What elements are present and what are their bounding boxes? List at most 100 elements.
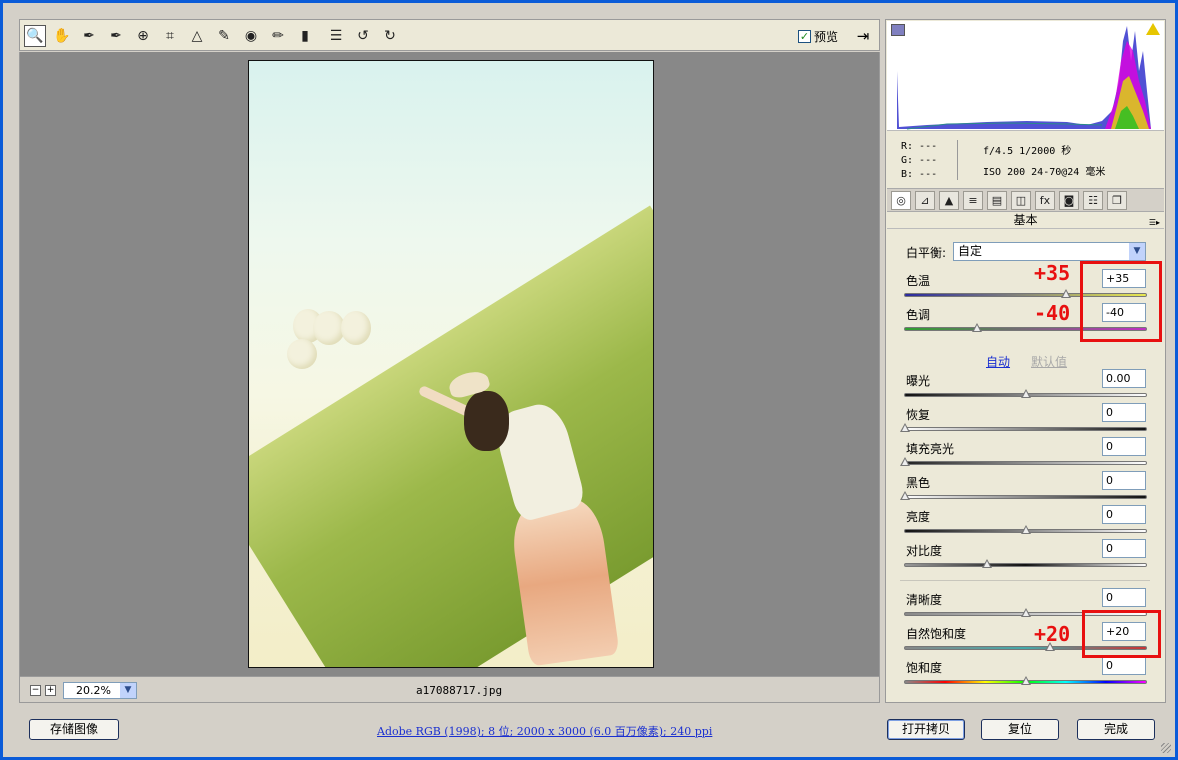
clarity-slider-thumb[interactable]: [1020, 608, 1031, 617]
pixel-readout: R: --- G: --- B: --- f/4.5 1/2000 秒 ISO …: [887, 134, 1164, 186]
crop-icon[interactable]: ⌗: [159, 25, 181, 47]
tint-slider-thumb[interactable]: [972, 323, 983, 332]
contrast-label: 对比度: [906, 544, 943, 558]
preview-checkbox[interactable]: ✓ 预览: [798, 28, 838, 45]
annotation-box: [1082, 610, 1161, 658]
panel-tab-1[interactable]: ◎: [891, 191, 911, 210]
tint-label: 色调: [906, 308, 931, 322]
recovery-value-input[interactable]: 0: [1102, 403, 1146, 422]
clarity-value-input[interactable]: 0: [1102, 588, 1146, 607]
brightness-label: 亮度: [906, 510, 931, 524]
zoom-icon[interactable]: 🔍: [24, 25, 46, 47]
blacks-value-input[interactable]: 0: [1102, 471, 1146, 490]
iso-lens-info: ISO 200 24-70@24 毫米: [983, 167, 1106, 178]
brightness-slider[interactable]: [904, 525, 1147, 534]
save-image-button[interactable]: 存储图像: [29, 719, 119, 740]
camera-raw-window: ✓ 预览 ⇥ 🔍 ✋ ✒ ✒ ⊕ ⌗ △ ✎ ◉ ✏ ▮ ☰ ↺ ↻ − + 20.2% ▼ a17088…: [0, 0, 1178, 760]
brightness-value-input[interactable]: 0: [1102, 505, 1146, 524]
straighten-icon[interactable]: △: [186, 25, 208, 47]
saturation-slider[interactable]: [904, 676, 1147, 685]
file-name: a17088717.jpg: [416, 684, 503, 697]
blue-readout: B: ---: [901, 169, 938, 180]
adjustment-panel: R: --- G: --- B: --- f/4.5 1/2000 秒 ISO …: [885, 19, 1166, 703]
adjustment-brush-icon[interactable]: ✏: [267, 25, 289, 47]
panel-tab-3[interactable]: ▲: [939, 191, 959, 210]
graduated-filter-icon[interactable]: ▮: [294, 25, 316, 47]
recovery-slider-thumb[interactable]: [900, 423, 910, 432]
resize-grip[interactable]: [1161, 743, 1171, 753]
saturation-slider-thumb[interactable]: [1020, 676, 1031, 685]
chevron-down-icon[interactable]: ▼: [120, 683, 136, 698]
exposure-label: 曝光: [906, 374, 931, 388]
histogram-graph: [897, 26, 1151, 130]
preferences-icon[interactable]: ☰: [325, 25, 347, 47]
vibrance-label: 自然饱和度: [906, 627, 967, 641]
red-eye-icon[interactable]: ◉: [240, 25, 262, 47]
chevron-down-icon[interactable]: ▼: [1129, 243, 1145, 260]
contrast-slider[interactable]: [904, 559, 1147, 568]
white-balance-icon[interactable]: ✒: [78, 25, 100, 47]
annotation-vibrance: +20: [1034, 622, 1071, 646]
panel-tab-2[interactable]: ⊿: [915, 191, 935, 210]
zoom-out-button[interactable]: −: [30, 685, 41, 696]
zoom-in-button[interactable]: +: [45, 685, 56, 696]
recovery-slider[interactable]: [900, 423, 1147, 432]
preview-label: 预览: [814, 30, 839, 44]
fill-light-slider-thumb[interactable]: [900, 457, 910, 466]
contrast-value-input[interactable]: 0: [1102, 539, 1146, 558]
blacks-slider-thumb[interactable]: [900, 491, 910, 500]
default-link[interactable]: 默认值: [1031, 353, 1067, 370]
panel-tab-4[interactable]: ≡: [963, 191, 983, 210]
saturation-value-input[interactable]: 0: [1102, 656, 1146, 675]
temperature-label: 色温: [906, 274, 931, 288]
panel-tab-9[interactable]: ☷: [1083, 191, 1103, 210]
temperature-slider-thumb[interactable]: [1061, 289, 1072, 298]
blacks-slider[interactable]: [900, 491, 1147, 500]
white-balance-label: 白平衡:: [906, 246, 947, 260]
white-balance-value: 自定: [958, 244, 983, 258]
saturation-label: 饱和度: [906, 661, 943, 675]
image-canvas[interactable]: [19, 52, 880, 676]
exposure-slider-thumb[interactable]: [1020, 389, 1031, 398]
panel-tabs: ◎ ⊿ ▲ ≡ ▤ ◫ fx ◙ ☷ ❐: [887, 188, 1164, 212]
exposure-value-input[interactable]: 0.00: [1102, 369, 1146, 388]
fill-light-value-input[interactable]: 0: [1102, 437, 1146, 456]
white-balance-select[interactable]: 自定 ▼: [953, 242, 1146, 261]
toolbar: ✓ 预览 ⇥ 🔍 ✋ ✒ ✒ ⊕ ⌗ △ ✎ ◉ ✏ ▮ ☰ ↺ ↻: [19, 19, 880, 51]
panel-tab-6[interactable]: ◫: [1011, 191, 1031, 210]
exposure-slider[interactable]: [904, 389, 1147, 398]
panel-tab-8[interactable]: ◙: [1059, 191, 1079, 210]
fullscreen-icon[interactable]: ⇥: [853, 26, 873, 46]
zoom-select[interactable]: 20.2% ▼: [63, 682, 137, 699]
auto-link[interactable]: 自动: [986, 353, 1010, 370]
spot-removal-icon[interactable]: ✎: [213, 25, 235, 47]
rotate-ccw-icon[interactable]: ↺: [352, 25, 374, 47]
fill-light-label: 填充亮光: [906, 442, 955, 456]
rotate-cw-icon[interactable]: ↻: [379, 25, 401, 47]
panel-menu-icon[interactable]: ☰▸: [1149, 215, 1160, 230]
annotation-tint: -40: [1034, 301, 1071, 325]
open-copy-button[interactable]: 打开拷贝: [887, 719, 965, 740]
red-readout: R: ---: [901, 141, 938, 152]
hand-icon[interactable]: ✋: [51, 25, 73, 47]
checkbox-icon[interactable]: ✓: [798, 30, 811, 43]
panel-tab-5[interactable]: ▤: [987, 191, 1007, 210]
color-sampler-icon[interactable]: ✒: [105, 25, 127, 47]
zoom-value: 20.2%: [76, 684, 111, 697]
workflow-options-link[interactable]: Adobe RGB (1998); 8 位; 2000 x 3000 (6.0 …: [377, 723, 712, 739]
exposure-info: f/4.5 1/2000 秒: [983, 146, 1072, 157]
status-bar: − + 20.2% ▼ a17088717.jpg: [19, 676, 880, 703]
blacks-label: 黑色: [906, 476, 931, 490]
contrast-slider-thumb[interactable]: [981, 559, 992, 568]
brightness-slider-thumb[interactable]: [1020, 525, 1031, 534]
annotation-temp: +35: [1034, 261, 1071, 285]
recovery-label: 恢复: [906, 408, 931, 422]
target-adjust-icon[interactable]: ⊕: [132, 25, 154, 47]
reset-button[interactable]: 复位: [981, 719, 1059, 740]
annotation-box: [1080, 261, 1162, 342]
fill-light-slider[interactable]: [900, 457, 1147, 466]
green-readout: G: ---: [901, 155, 938, 166]
panel-tab-10[interactable]: ❐: [1107, 191, 1127, 210]
panel-tab-7[interactable]: fx: [1035, 191, 1055, 210]
done-button[interactable]: 完成: [1077, 719, 1155, 740]
